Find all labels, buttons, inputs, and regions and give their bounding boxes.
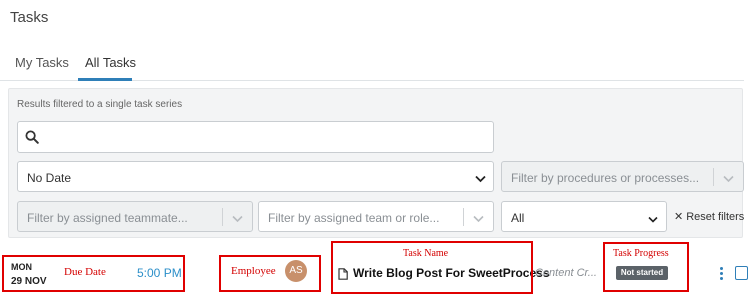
teammate-filter-select[interactable]: Filter by assigned teammate... xyxy=(17,201,253,232)
task-series-label: Content Cr... xyxy=(535,267,597,279)
chevron-down-icon xyxy=(473,212,484,226)
reset-filters-button[interactable]: ✕ Reset filters xyxy=(674,210,744,223)
search-input[interactable] xyxy=(17,121,494,153)
search-icon xyxy=(25,130,39,149)
tab-bar: My Tasks All Tasks xyxy=(0,50,744,81)
scope-filter-value: All xyxy=(511,211,525,225)
teammate-filter-placeholder: Filter by assigned teammate... xyxy=(27,211,188,225)
tab-my-tasks[interactable]: My Tasks xyxy=(15,55,69,70)
team-filter-placeholder: Filter by assigned team or role... xyxy=(268,211,440,225)
field-divider xyxy=(463,208,464,226)
annotation-due-date: Due Date xyxy=(64,266,106,278)
filter-note: Results filtered to a single task series xyxy=(17,99,183,110)
active-tab-indicator xyxy=(78,78,132,81)
field-divider xyxy=(222,208,223,226)
annotation-task-name: Task Name xyxy=(403,248,449,259)
team-filter-select[interactable]: Filter by assigned team or role... xyxy=(258,201,494,232)
scope-filter-select[interactable]: All xyxy=(501,201,667,232)
checkbox-icon[interactable] xyxy=(735,266,748,280)
annotation-employee: Employee xyxy=(231,265,276,277)
date-filter-select[interactable]: No Date xyxy=(17,161,494,192)
close-icon: ✕ xyxy=(674,211,684,223)
kebab-menu-icon[interactable] xyxy=(719,266,725,282)
field-divider xyxy=(713,168,714,186)
annotation-task-progress: Task Progress xyxy=(613,248,669,259)
filter-panel: Results filtered to a single task series… xyxy=(8,88,744,238)
date-filter-value: No Date xyxy=(27,171,72,185)
reset-filters-label: Reset filters xyxy=(686,211,745,223)
chevron-down-icon xyxy=(232,212,243,226)
chevron-down-icon xyxy=(723,172,734,186)
procedures-filter-placeholder: Filter by procedures or processes... xyxy=(511,171,700,185)
tab-all-tasks[interactable]: All Tasks xyxy=(85,55,136,70)
chevron-down-icon xyxy=(475,172,486,186)
page-title: Tasks xyxy=(10,9,49,26)
procedures-filter-select[interactable]: Filter by procedures or processes... xyxy=(501,161,744,192)
chevron-down-icon xyxy=(648,212,658,226)
